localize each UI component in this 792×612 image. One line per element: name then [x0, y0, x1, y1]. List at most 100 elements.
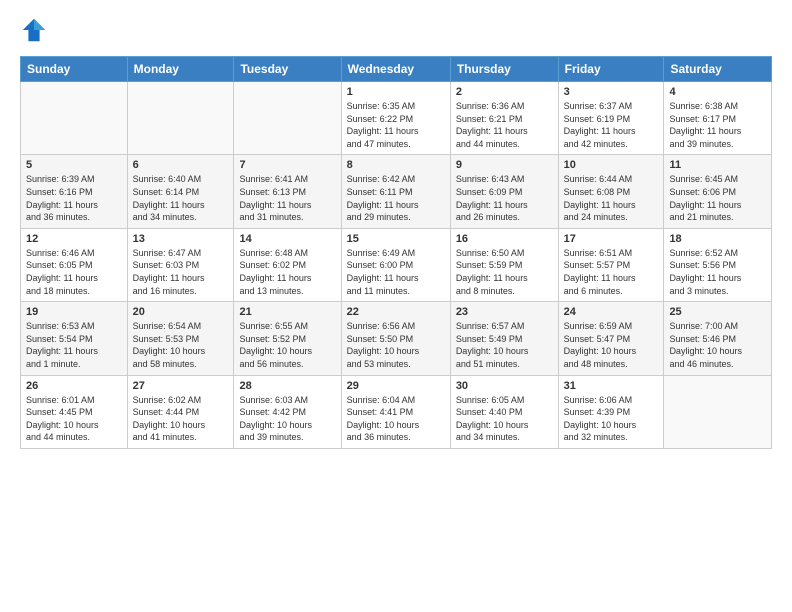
calendar-day-cell: 4 Sunrise: 6:38 AM Sunset: 6:17 PM Daylig…	[664, 82, 772, 155]
day-info: Sunrise: 6:45 AM Sunset: 6:06 PM Dayligh…	[669, 173, 766, 223]
calendar-day-cell: 25 Sunrise: 7:00 AM Sunset: 5:46 PM Dayli…	[664, 302, 772, 375]
calendar-day-cell: 16 Sunrise: 6:50 AM Sunset: 5:59 PM Dayli…	[450, 228, 558, 301]
calendar-day-cell: 8 Sunrise: 6:42 AM Sunset: 6:11 PM Daylig…	[341, 155, 450, 228]
day-number: 30	[456, 380, 553, 392]
calendar-header-row: SundayMondayTuesdayWednesdayThursdayFrid…	[21, 57, 772, 82]
calendar-day-cell: 19Sunrise: 6:53 AM Sunset: 5:54 PM Dayli…	[21, 302, 128, 375]
calendar-day-cell: 5 Sunrise: 6:39 AM Sunset: 6:16 PM Daylig…	[21, 155, 128, 228]
day-info: Sunrise: 6:05 AM Sunset: 4:40 PM Dayligh…	[456, 394, 553, 444]
calendar-day-cell	[234, 82, 341, 155]
day-number: 29	[347, 380, 445, 392]
day-info: Sunrise: 6:42 AM Sunset: 6:11 PM Dayligh…	[347, 173, 445, 223]
calendar-day-cell: 20Sunrise: 6:54 AM Sunset: 5:53 PM Dayli…	[127, 302, 234, 375]
calendar-day-cell: 7 Sunrise: 6:41 AM Sunset: 6:13 PM Daylig…	[234, 155, 341, 228]
day-info: Sunrise: 6:40 AM Sunset: 6:14 PM Dayligh…	[133, 173, 229, 223]
calendar-day-cell: 27 Sunrise: 6:02 AM Sunset: 4:44 PM Dayli…	[127, 375, 234, 448]
day-number: 20	[133, 306, 229, 318]
calendar-day-cell	[664, 375, 772, 448]
calendar-day-cell: 2 Sunrise: 6:36 AM Sunset: 6:21 PM Daylig…	[450, 82, 558, 155]
day-number: 31	[564, 380, 659, 392]
day-number: 8	[347, 159, 445, 171]
day-info: Sunrise: 6:35 AM Sunset: 6:22 PM Dayligh…	[347, 100, 445, 150]
day-info: Sunrise: 6:02 AM Sunset: 4:44 PM Dayligh…	[133, 394, 229, 444]
logo-icon	[20, 16, 48, 44]
day-number: 1	[347, 86, 445, 98]
calendar-day-cell: 26Sunrise: 6:01 AM Sunset: 4:45 PM Dayli…	[21, 375, 128, 448]
calendar-day-cell: 17Sunrise: 6:51 AM Sunset: 5:57 PM Dayli…	[558, 228, 664, 301]
day-number: 25	[669, 306, 766, 318]
day-info: Sunrise: 6:37 AM Sunset: 6:19 PM Dayligh…	[564, 100, 659, 150]
day-number: 5	[26, 159, 122, 171]
calendar-day-cell: 11 Sunrise: 6:45 AM Sunset: 6:06 PM Dayli…	[664, 155, 772, 228]
day-number: 13	[133, 233, 229, 245]
day-info: Sunrise: 6:38 AM Sunset: 6:17 PM Dayligh…	[669, 100, 766, 150]
calendar-day-cell: 29 Sunrise: 6:04 AM Sunset: 4:41 PM Dayli…	[341, 375, 450, 448]
calendar-day-cell: 15 Sunrise: 6:49 AM Sunset: 6:00 PM Dayli…	[341, 228, 450, 301]
day-info: Sunrise: 6:55 AM Sunset: 5:52 PM Dayligh…	[239, 320, 335, 370]
day-info: Sunrise: 6:56 AM Sunset: 5:50 PM Dayligh…	[347, 320, 445, 370]
day-number: 10	[564, 159, 659, 171]
day-info: Sunrise: 6:41 AM Sunset: 6:13 PM Dayligh…	[239, 173, 335, 223]
day-number: 4	[669, 86, 766, 98]
calendar-day-cell: 3Sunrise: 6:37 AM Sunset: 6:19 PM Daylig…	[558, 82, 664, 155]
day-number: 12	[26, 233, 122, 245]
day-number: 17	[564, 233, 659, 245]
day-info: Sunrise: 6:44 AM Sunset: 6:08 PM Dayligh…	[564, 173, 659, 223]
calendar-day-cell: 21Sunrise: 6:55 AM Sunset: 5:52 PM Dayli…	[234, 302, 341, 375]
calendar-day-cell	[127, 82, 234, 155]
day-number: 28	[239, 380, 335, 392]
calendar-week-row: 5 Sunrise: 6:39 AM Sunset: 6:16 PM Daylig…	[21, 155, 772, 228]
day-of-week-header: Thursday	[450, 57, 558, 82]
calendar-table: SundayMondayTuesdayWednesdayThursdayFrid…	[20, 56, 772, 449]
day-info: Sunrise: 6:49 AM Sunset: 6:00 PM Dayligh…	[347, 247, 445, 297]
day-number: 24	[564, 306, 659, 318]
calendar-day-cell: 9 Sunrise: 6:43 AM Sunset: 6:09 PM Daylig…	[450, 155, 558, 228]
calendar-day-cell: 1 Sunrise: 6:35 AM Sunset: 6:22 PM Daylig…	[341, 82, 450, 155]
header	[20, 16, 772, 44]
day-info: Sunrise: 6:50 AM Sunset: 5:59 PM Dayligh…	[456, 247, 553, 297]
calendar-day-cell	[21, 82, 128, 155]
day-number: 14	[239, 233, 335, 245]
day-info: Sunrise: 6:04 AM Sunset: 4:41 PM Dayligh…	[347, 394, 445, 444]
calendar-day-cell: 24Sunrise: 6:59 AM Sunset: 5:47 PM Dayli…	[558, 302, 664, 375]
day-info: Sunrise: 6:36 AM Sunset: 6:21 PM Dayligh…	[456, 100, 553, 150]
day-info: Sunrise: 6:06 AM Sunset: 4:39 PM Dayligh…	[564, 394, 659, 444]
day-number: 27	[133, 380, 229, 392]
calendar-week-row: 12 Sunrise: 6:46 AM Sunset: 6:05 PM Dayli…	[21, 228, 772, 301]
day-number: 15	[347, 233, 445, 245]
calendar-day-cell: 13 Sunrise: 6:47 AM Sunset: 6:03 PM Dayli…	[127, 228, 234, 301]
day-info: Sunrise: 6:43 AM Sunset: 6:09 PM Dayligh…	[456, 173, 553, 223]
calendar-day-cell: 12 Sunrise: 6:46 AM Sunset: 6:05 PM Dayli…	[21, 228, 128, 301]
day-number: 7	[239, 159, 335, 171]
calendar-week-row: 26Sunrise: 6:01 AM Sunset: 4:45 PM Dayli…	[21, 375, 772, 448]
calendar-day-cell: 28 Sunrise: 6:03 AM Sunset: 4:42 PM Dayli…	[234, 375, 341, 448]
day-info: Sunrise: 6:47 AM Sunset: 6:03 PM Dayligh…	[133, 247, 229, 297]
calendar-week-row: 19Sunrise: 6:53 AM Sunset: 5:54 PM Dayli…	[21, 302, 772, 375]
day-number: 16	[456, 233, 553, 245]
day-info: Sunrise: 6:57 AM Sunset: 5:49 PM Dayligh…	[456, 320, 553, 370]
day-number: 18	[669, 233, 766, 245]
day-of-week-header: Sunday	[21, 57, 128, 82]
page: SundayMondayTuesdayWednesdayThursdayFrid…	[0, 0, 792, 612]
day-number: 11	[669, 159, 766, 171]
calendar-day-cell: 18Sunrise: 6:52 AM Sunset: 5:56 PM Dayli…	[664, 228, 772, 301]
day-info: Sunrise: 6:48 AM Sunset: 6:02 PM Dayligh…	[239, 247, 335, 297]
day-info: Sunrise: 6:46 AM Sunset: 6:05 PM Dayligh…	[26, 247, 122, 297]
calendar-day-cell: 31 Sunrise: 6:06 AM Sunset: 4:39 PM Dayli…	[558, 375, 664, 448]
day-info: Sunrise: 6:01 AM Sunset: 4:45 PM Dayligh…	[26, 394, 122, 444]
day-info: Sunrise: 7:00 AM Sunset: 5:46 PM Dayligh…	[669, 320, 766, 370]
day-number: 2	[456, 86, 553, 98]
calendar-day-cell: 10 Sunrise: 6:44 AM Sunset: 6:08 PM Dayli…	[558, 155, 664, 228]
day-number: 23	[456, 306, 553, 318]
calendar-day-cell: 30 Sunrise: 6:05 AM Sunset: 4:40 PM Dayli…	[450, 375, 558, 448]
day-number: 9	[456, 159, 553, 171]
day-info: Sunrise: 6:03 AM Sunset: 4:42 PM Dayligh…	[239, 394, 335, 444]
calendar-day-cell: 6Sunrise: 6:40 AM Sunset: 6:14 PM Daylig…	[127, 155, 234, 228]
day-of-week-header: Monday	[127, 57, 234, 82]
day-of-week-header: Saturday	[664, 57, 772, 82]
day-number: 19	[26, 306, 122, 318]
day-info: Sunrise: 6:39 AM Sunset: 6:16 PM Dayligh…	[26, 173, 122, 223]
day-of-week-header: Wednesday	[341, 57, 450, 82]
calendar-day-cell: 23 Sunrise: 6:57 AM Sunset: 5:49 PM Dayli…	[450, 302, 558, 375]
calendar-day-cell: 22Sunrise: 6:56 AM Sunset: 5:50 PM Dayli…	[341, 302, 450, 375]
